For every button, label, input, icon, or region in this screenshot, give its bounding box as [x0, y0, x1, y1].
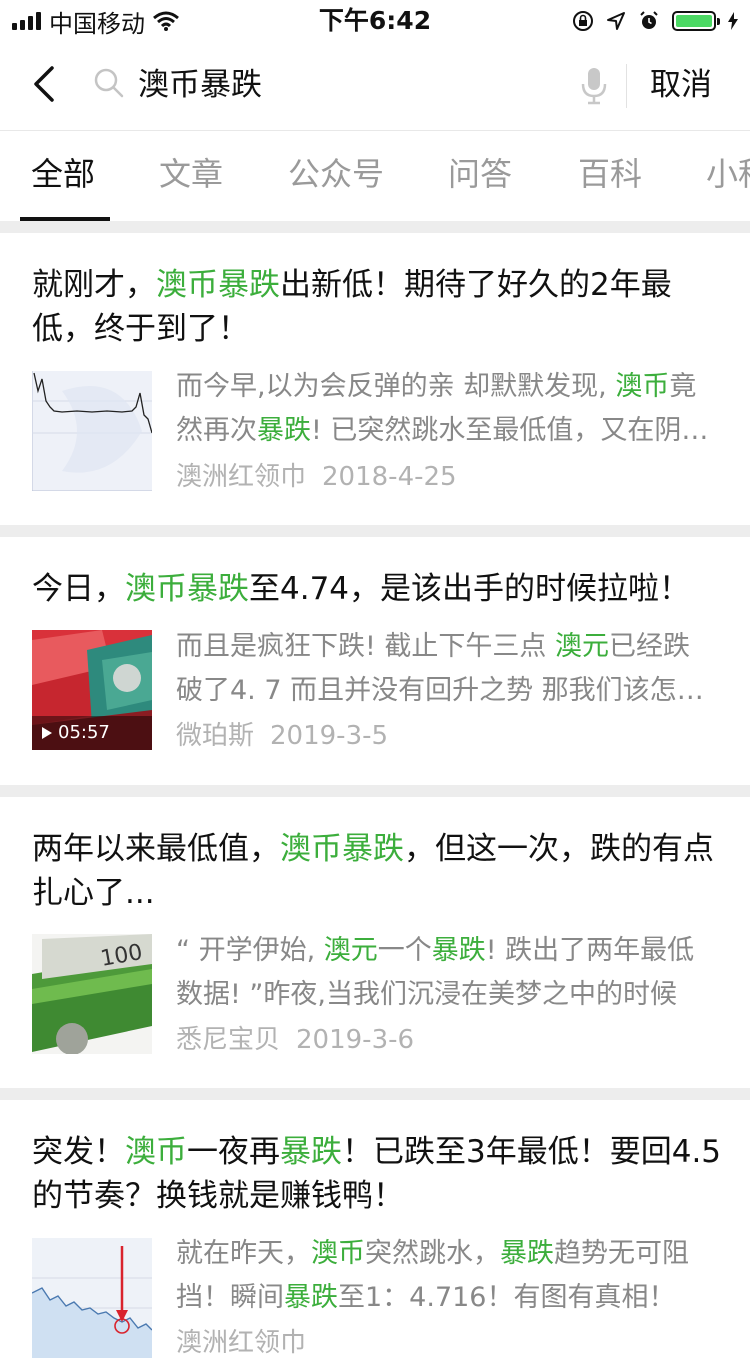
highlighted-keyword: 澳币暴跌 [156, 267, 280, 303]
video-duration: 05:57 [58, 722, 110, 743]
result-source[interactable]: 悉尼宝贝 [176, 1025, 280, 1055]
back-icon[interactable] [26, 62, 66, 106]
result-meta: 悉尼宝贝 2019-3-6 [176, 1022, 414, 1058]
highlighted-keyword: 暴跌 [257, 415, 311, 446]
result-date: 2019-3-6 [296, 1025, 415, 1055]
text-segment: 就在昨天， [176, 1238, 311, 1269]
result-title[interactable]: 两年以来最低值，澳币暴跌，但这一次，跌的有点扎心了... [32, 827, 722, 915]
highlighted-keyword: 暴跌 [284, 1282, 338, 1313]
result-source[interactable]: 澳洲红领巾 [176, 1328, 306, 1358]
charging-icon [728, 12, 738, 30]
result-meta: 澳洲红领巾 [176, 1325, 322, 1361]
tab-encyclopedia[interactable]: 百科 [578, 151, 642, 197]
result-source[interactable]: 澳洲红领巾 [176, 462, 306, 492]
result-title[interactable]: 今日，澳币暴跌至4.74，是该出手的时候拉啦！ [32, 567, 712, 611]
section-divider [0, 785, 750, 797]
result-item[interactable]: 两年以来最低值，澳币暴跌，但这一次，跌的有点扎心了... 100 “ 开学伊始,… [0, 797, 750, 1088]
result-title[interactable]: 就刚才，澳币暴跌出新低！期待了好久的2年最低，终于到了！ [32, 263, 722, 351]
tab-mini-programs[interactable]: 小程 [706, 151, 750, 197]
text-segment: 今日， [32, 571, 125, 607]
battery-fill [676, 15, 712, 27]
result-date: 2018-4-25 [322, 462, 457, 492]
result-source[interactable]: 微珀斯 [176, 721, 254, 751]
highlighted-keyword: 暴跌 [280, 1134, 342, 1170]
chart-thumbnail [32, 371, 152, 491]
banknotes-thumbnail: 100 [32, 934, 152, 1054]
location-icon [607, 12, 625, 30]
result-meta: 澳洲红领巾 2018-4-25 [176, 459, 457, 495]
chart-arrow-thumbnail [32, 1238, 152, 1358]
text-segment: 至4.74，是该出手的时候拉啦！ [249, 571, 691, 607]
highlighted-keyword: 澳币暴跌 [125, 571, 249, 607]
highlighted-keyword: 澳币暴跌 [280, 831, 404, 867]
battery-icon [672, 11, 720, 31]
result-item[interactable]: 今日，澳币暴跌至4.74，是该出手的时候拉啦！ 05:57 而且是疯狂下跌! 截… [0, 537, 750, 785]
tab-all[interactable]: 全部 [31, 151, 95, 197]
divider [626, 64, 627, 108]
cancel-button[interactable]: 取消 [650, 60, 712, 110]
banknotes-video-thumbnail[interactable]: 05:57 [32, 630, 152, 750]
result-item[interactable]: 突发！澳币一夜再暴跌！已跌至3年最低！要回4.5的节奏？换钱就是赚钱鸭！ 就在昨… [0, 1100, 750, 1358]
section-divider [0, 221, 750, 233]
video-duration-badge: 05:57 [32, 716, 152, 750]
result-title[interactable]: 突发！澳币一夜再暴跌！已跌至3年最低！要回4.5的节奏？换钱就是赚钱鸭！ [32, 1130, 722, 1218]
status-icons [572, 4, 738, 38]
result-description: “ 开学伊始, 澳元一个暴跌! 跌出了两年最低数据! ”昨夜,当我们沉浸在美梦之… [176, 929, 716, 1017]
text-segment: “ 开学伊始, [176, 935, 324, 966]
text-segment: 一夜再 [187, 1134, 280, 1170]
alarm-icon [640, 11, 658, 29]
result-date: 2019-3-5 [270, 721, 389, 751]
result-description: 就在昨天，澳币突然跳水，暴跌趋势无可阻挡！瞬间暴跌至1：4.716！有图有真相！ [176, 1232, 716, 1320]
highlighted-keyword: 澳元 [555, 631, 609, 662]
result-meta: 微珀斯 2019-3-5 [176, 718, 388, 754]
category-tabs: 全部 文章 公众号 问答 百科 小程 [0, 131, 750, 221]
highlighted-keyword: 澳币 [125, 1134, 187, 1170]
section-divider [0, 1088, 750, 1100]
highlighted-keyword: 澳币 [615, 371, 670, 402]
result-item[interactable]: 就刚才，澳币暴跌出新低！期待了好久的2年最低，终于到了！ 而今早,以为会反弹的亲… [0, 233, 750, 525]
text-segment: 一个 [377, 935, 432, 966]
result-description: 而今早,以为会反弹的亲 却默默发现, 澳币竟然再次暴跌! 已突然跳水至最低值，又… [176, 365, 716, 453]
result-description: 而且是疯狂下跌! 截止下午三点 澳元已经跌破了4. 7 而且并没有回升之势 那我… [176, 625, 716, 713]
section-divider [0, 525, 750, 537]
text-segment: 而今早,以为会反弹的亲 却默默发现, [176, 371, 616, 402]
highlighted-keyword: 澳元 [323, 935, 378, 966]
tab-official-accounts[interactable]: 公众号 [288, 151, 384, 197]
search-icon [94, 68, 124, 98]
search-input[interactable]: 澳币暴跌 [138, 60, 262, 110]
microphone-icon[interactable] [580, 66, 608, 106]
highlighted-keyword: 澳币 [311, 1238, 365, 1269]
highlighted-keyword: 暴跌 [431, 935, 486, 966]
text-segment: 突然跳水， [365, 1238, 500, 1269]
highlighted-keyword: 暴跌 [500, 1238, 554, 1269]
text-segment: 至1：4.716！有图有真相！ [338, 1282, 676, 1313]
text-segment: 而且是疯狂下跌! 截止下午三点 [176, 631, 555, 662]
tab-qa[interactable]: 问答 [448, 151, 512, 197]
status-bar: 中国移动 下午6:42 [0, 0, 750, 42]
tab-articles[interactable]: 文章 [159, 151, 223, 197]
text-segment: 两年以来最低值， [32, 831, 280, 867]
text-segment: 突发！ [32, 1134, 125, 1170]
search-bar: 澳币暴跌 取消 [0, 42, 750, 131]
play-icon [42, 727, 52, 739]
rotation-lock-icon [573, 11, 593, 31]
text-segment: 就刚才， [32, 267, 156, 303]
